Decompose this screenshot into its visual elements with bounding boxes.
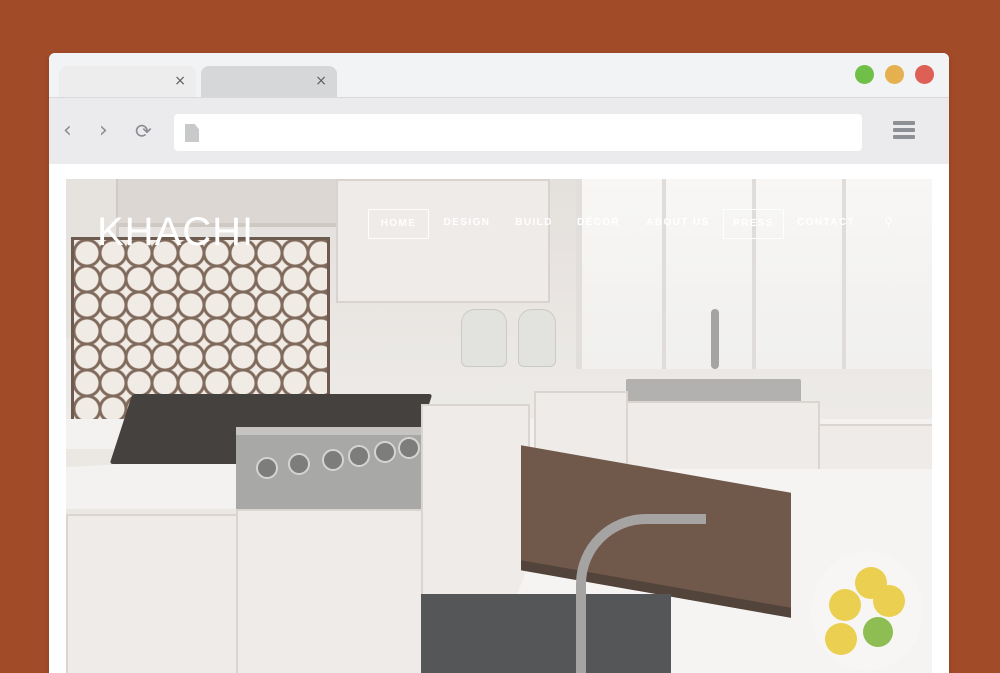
tab-strip: × × bbox=[49, 53, 949, 97]
nav-press[interactable]: PRESS bbox=[723, 209, 784, 239]
nav-decor[interactable]: DÉCOR bbox=[571, 209, 626, 237]
nav-build[interactable]: BUILD bbox=[508, 209, 560, 237]
page-icon bbox=[185, 124, 199, 142]
website-viewport: KHACHI HOME DESIGN BUILD DÉCOR ABOUT US … bbox=[66, 179, 932, 673]
close-window-button[interactable] bbox=[915, 65, 934, 84]
menu-icon[interactable] bbox=[893, 121, 915, 142]
forward-icon[interactable]: › bbox=[99, 120, 108, 142]
nav-design[interactable]: DESIGN bbox=[437, 209, 497, 237]
tab-close-icon[interactable]: × bbox=[174, 73, 186, 89]
window-controls bbox=[855, 65, 934, 84]
minimize-button[interactable] bbox=[885, 65, 904, 84]
back-icon[interactable]: ‹ bbox=[63, 120, 72, 142]
browser-toolbar: ‹ › ⟳ bbox=[49, 97, 949, 164]
nav-home[interactable]: HOME bbox=[368, 209, 429, 239]
browser-window: × × ‹ › ⟳ KHACHI HOME DESIGN BUILD DÉCOR… bbox=[49, 53, 949, 673]
reload-icon[interactable]: ⟳ bbox=[135, 120, 152, 142]
site-logo[interactable]: KHACHI bbox=[97, 210, 254, 254]
address-bar[interactable] bbox=[174, 114, 862, 151]
maximize-button[interactable] bbox=[855, 65, 874, 84]
nav-contact[interactable]: CONTACT bbox=[792, 209, 860, 237]
nav-about-us[interactable]: ABOUT US bbox=[638, 209, 718, 237]
tab-1[interactable]: × bbox=[59, 66, 196, 97]
search-icon[interactable]: ⚲ bbox=[884, 215, 893, 229]
tab-close-icon[interactable]: × bbox=[315, 73, 327, 89]
tab-2[interactable]: × bbox=[201, 66, 337, 97]
